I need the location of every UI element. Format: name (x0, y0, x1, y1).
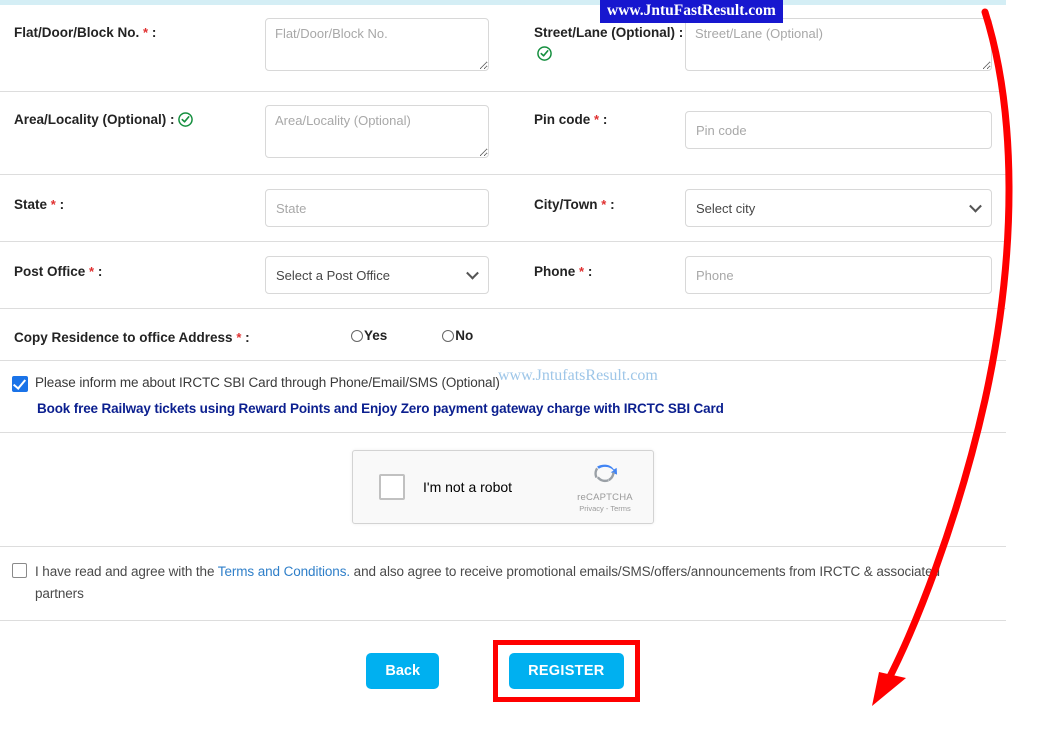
chevron-down-icon (969, 199, 982, 213)
captcha-zone: I'm not a robot reCAPTCHA Privacy - Term… (0, 433, 1006, 547)
required-asterisk: * (594, 112, 600, 127)
city-town-select[interactable]: Select city (685, 189, 992, 227)
recaptcha-widget[interactable]: I'm not a robot reCAPTCHA Privacy - Term… (352, 450, 654, 524)
recaptcha-label: I'm not a robot (423, 479, 513, 495)
recaptcha-branding: reCAPTCHA Privacy - Terms (566, 459, 644, 513)
table-row: Post Office * : Select a Post Office Pho… (0, 242, 1006, 309)
phone-label: Phone (534, 264, 576, 279)
flat-door-block-input[interactable] (265, 18, 489, 71)
city-town-label: City/Town (534, 197, 598, 212)
area-locality-input[interactable] (265, 105, 489, 158)
register-button[interactable]: REGISTER (509, 653, 624, 690)
label-colon: : (151, 25, 157, 40)
address-form: Flat/Door/Block No. * : Street/Lane (Opt… (0, 5, 1006, 703)
terms-and-conditions-link[interactable]: Terms and Conditions. (218, 564, 350, 579)
street-lane-input[interactable] (685, 18, 992, 71)
terms-checkbox[interactable] (12, 563, 27, 578)
city-town-selected-value: Select city (696, 200, 756, 216)
label-colon: : (97, 264, 103, 279)
copy-address-option-label: No (455, 328, 474, 343)
copy-address-row: Copy Residence to office Address * : Yes… (0, 309, 1006, 361)
copy-address-radio-yes[interactable]: Yes (351, 328, 387, 343)
state-label: State (14, 197, 48, 212)
pin-code-label: Pin code (534, 112, 591, 127)
form-actions: Back REGISTER (0, 621, 1006, 703)
label-colon: : (59, 197, 65, 212)
chevron-down-icon (466, 266, 479, 280)
label-colon: : (678, 25, 684, 40)
area-locality-label-cell: Area/Locality (Optional) : (0, 92, 265, 131)
required-asterisk: * (143, 25, 149, 40)
required-asterisk: * (579, 264, 585, 279)
flat-door-block-label: Flat/Door/Block No. (14, 25, 140, 40)
pin-code-input[interactable] (685, 111, 992, 149)
pin-code-field-cell (685, 92, 1006, 149)
recaptcha-privacy-terms[interactable]: Privacy - Terms (566, 504, 644, 513)
city-town-field-cell: Select city (685, 175, 1006, 227)
copy-address-label: Copy Residence to office Address (14, 330, 233, 345)
terms-text: I have read and agree with the Terms and… (35, 561, 992, 604)
city-town-label-cell: City/Town * : (517, 175, 685, 216)
street-lane-label: Street/Lane (Optional) (534, 25, 676, 40)
registration-page: Flat/Door/Block No. * : Street/Lane (Opt… (0, 0, 1054, 741)
state-field-cell (265, 175, 517, 227)
state-label-cell: State * : (0, 175, 265, 216)
terms-text-before: I have read and agree with the (35, 564, 218, 579)
promo-consent-label: Please inform me about IRCTC SBI Card th… (35, 375, 500, 390)
terms-agreement-row: I have read and agree with the Terms and… (0, 547, 1006, 622)
flat-door-block-label-cell: Flat/Door/Block No. * : (0, 5, 265, 44)
post-office-selected-value: Select a Post Office (276, 267, 390, 283)
promo-highlight-text: Book free Railway tickets using Reward P… (37, 401, 724, 416)
label-colon: : (245, 330, 250, 345)
post-office-label-cell: Post Office * : (0, 242, 265, 283)
required-asterisk: * (236, 330, 242, 345)
label-colon: : (610, 197, 615, 212)
copy-address-radio-group: Yes No (340, 309, 528, 343)
area-locality-field-cell (265, 92, 517, 163)
recaptcha-logo-icon (594, 464, 618, 483)
area-locality-label: Area/Locality (Optional) (14, 112, 167, 127)
register-highlight-box: REGISTER (493, 640, 640, 703)
table-row: State * : City/Town * : Select city (0, 175, 1006, 242)
post-office-select[interactable]: Select a Post Office (265, 256, 489, 294)
radio-circle-icon (442, 329, 455, 342)
label-colon: : (170, 112, 175, 127)
watermark-badge: www.JntuFastResult.com (600, 0, 783, 23)
post-office-label: Post Office (14, 264, 86, 279)
required-asterisk: * (89, 264, 95, 279)
copy-address-label-cell: Copy Residence to office Address * : (0, 309, 340, 349)
verified-check-icon (177, 112, 193, 127)
table-row: Area/Locality (Optional) : Pin code * : (0, 92, 1006, 175)
phone-input[interactable] (685, 256, 992, 294)
watermark-light: www.JntufatsResult.com (498, 367, 658, 384)
copy-address-option-label: Yes (364, 328, 388, 343)
promo-consent-checkbox[interactable] (12, 376, 28, 392)
required-asterisk: * (601, 197, 607, 212)
label-colon: : (587, 264, 593, 279)
post-office-field-cell: Select a Post Office (265, 242, 517, 294)
label-colon: : (602, 112, 608, 127)
recaptcha-brand-text: reCAPTCHA (577, 492, 633, 503)
required-asterisk: * (50, 197, 56, 212)
phone-label-cell: Phone * : (517, 242, 685, 283)
radio-circle-icon (351, 329, 363, 342)
recaptcha-checkbox[interactable] (379, 474, 405, 500)
back-button[interactable]: Back (366, 653, 440, 690)
table-row: Flat/Door/Block No. * : Street/Lane (Opt… (0, 5, 1006, 92)
state-input[interactable] (265, 189, 489, 227)
phone-field-cell (685, 242, 1006, 294)
flat-door-block-field-cell (265, 5, 517, 76)
copy-address-radio-no[interactable]: No (442, 328, 473, 343)
verified-check-icon (537, 46, 552, 61)
pin-code-label-cell: Pin code * : (517, 92, 685, 131)
